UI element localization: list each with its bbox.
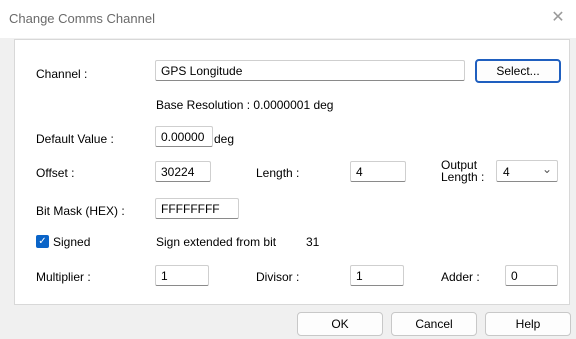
settings-panel: Channel : GPS Longitude Select... Base R… (14, 39, 570, 305)
checkmark-icon: ✓ (38, 236, 47, 247)
output-length-value: 4 (503, 165, 510, 179)
base-resolution-text: Base Resolution : 0.0000001 deg (156, 98, 334, 112)
divisor-label: Divisor : (256, 270, 300, 284)
adder-field[interactable]: 0 (505, 265, 558, 286)
multiplier-field[interactable]: 1 (155, 265, 209, 286)
close-icon[interactable]: ✕ (548, 8, 568, 28)
window-title: Change Comms Channel (9, 11, 155, 26)
sign-extended-bit: 31 (306, 235, 320, 249)
bitmask-label: Bit Mask (HEX) : (36, 204, 125, 218)
output-length-label: Output Length : (441, 159, 484, 183)
default-value-unit: deg (214, 132, 235, 146)
ok-button[interactable]: OK (297, 312, 383, 336)
channel-label: Channel : (36, 67, 88, 81)
channel-field[interactable]: GPS Longitude (155, 60, 465, 81)
title-bar: Change Comms Channel ✕ (0, 0, 576, 38)
offset-field[interactable]: 30224 (155, 161, 211, 182)
chevron-down-icon: ⌄ (541, 162, 552, 176)
output-length-select[interactable]: 4 ⌄ (496, 160, 558, 182)
offset-label: Offset : (36, 166, 75, 180)
adder-label: Adder : (441, 270, 480, 284)
help-button[interactable]: Help (485, 312, 571, 336)
output-length-label-line2: Length : (441, 170, 485, 184)
signed-checkbox[interactable]: ✓ (36, 235, 49, 248)
divisor-field[interactable]: 1 (350, 265, 404, 286)
cancel-button[interactable]: Cancel (391, 312, 477, 336)
multiplier-label: Multiplier : (36, 270, 91, 284)
select-button[interactable]: Select... (475, 59, 561, 83)
default-value-field[interactable]: 0.00000 (155, 126, 213, 147)
length-label: Length : (256, 166, 300, 180)
default-value-label: Default Value : (36, 132, 114, 146)
length-field[interactable]: 4 (350, 161, 406, 182)
signed-label: Signed (53, 235, 91, 249)
bitmask-field[interactable]: FFFFFFFF (155, 198, 239, 219)
sign-extended-text: Sign extended from bit (156, 235, 277, 249)
